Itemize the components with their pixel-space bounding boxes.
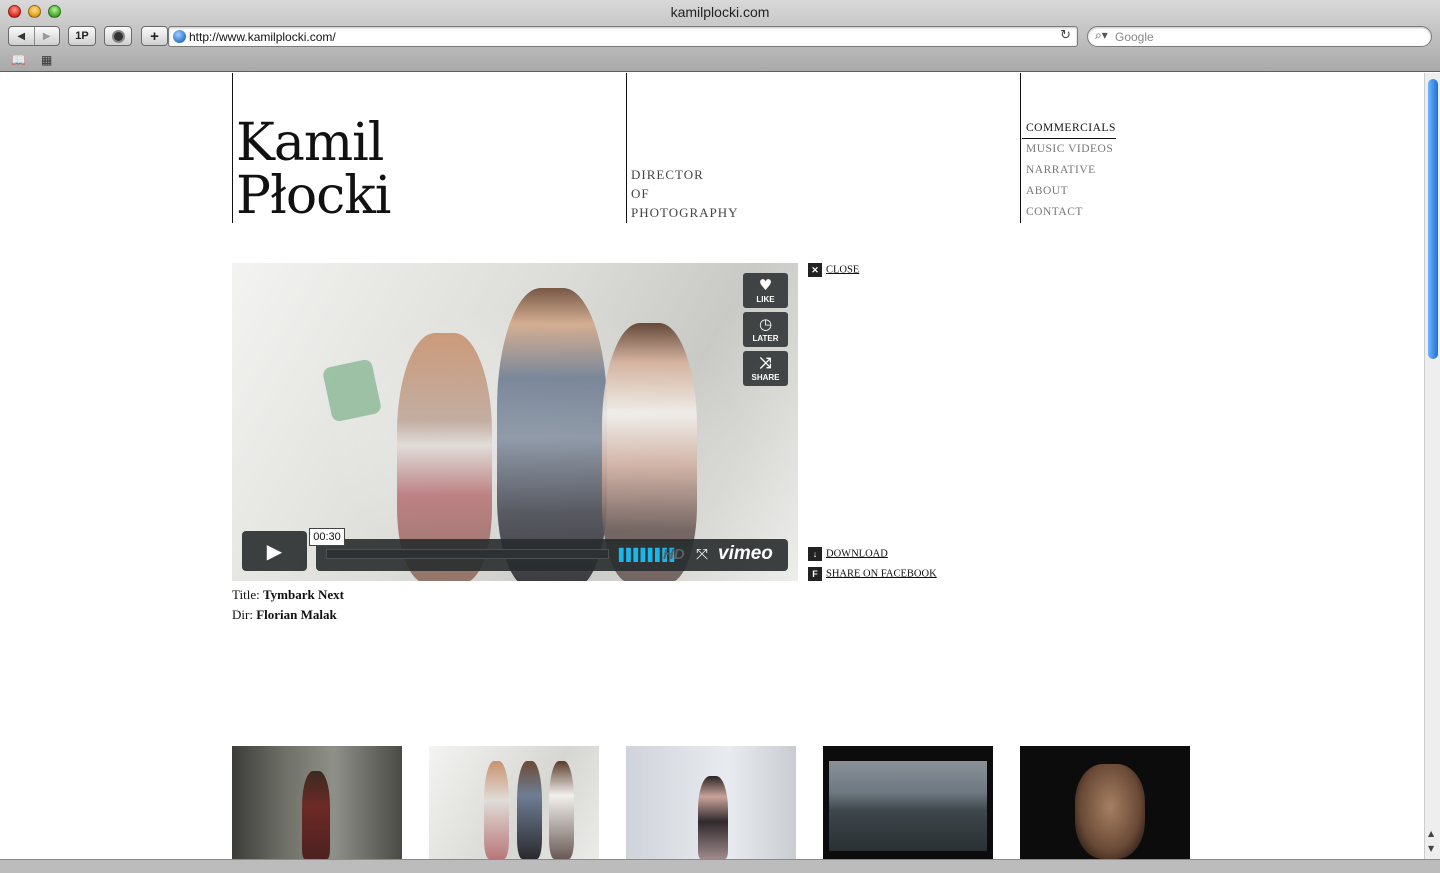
later-label: LATER bbox=[752, 334, 779, 343]
window-title: kamilplocki.com bbox=[670, 4, 770, 20]
header-divider bbox=[232, 73, 233, 223]
site-logo[interactable]: Kamil Płocki bbox=[236, 113, 391, 226]
forward-icon[interactable]: ▶ bbox=[33, 27, 60, 45]
browser-toolbar: kamilplocki.com ◀ ▶ 1P + http://www.kami… bbox=[0, 0, 1440, 72]
header-divider bbox=[1020, 73, 1021, 223]
thumbnail-figure bbox=[484, 761, 509, 859]
thumbnail-figure bbox=[302, 771, 330, 859]
vimeo-logo[interactable]: vimeo bbox=[718, 543, 773, 565]
address-bar[interactable]: http://www.kamilplocki.com/ ↻ bbox=[168, 26, 1078, 47]
thumbnail-figure bbox=[549, 761, 574, 859]
url-text[interactable]: http://www.kamilplocki.com/ bbox=[189, 30, 336, 44]
play-icon: ▶ bbox=[266, 539, 283, 563]
site-globe-icon bbox=[173, 30, 186, 43]
thumbnail-face bbox=[1075, 764, 1145, 859]
search-placeholder[interactable]: Google bbox=[1115, 30, 1154, 44]
download-link[interactable]: ↓ DOWNLOAD bbox=[808, 547, 888, 561]
video-thumbnail[interactable] bbox=[429, 746, 599, 859]
like-button[interactable]: ♥ LIKE bbox=[743, 273, 788, 308]
header-divider bbox=[626, 73, 627, 223]
thumbnail-landscape bbox=[829, 761, 987, 851]
main-nav: COMMERCIALS MUSIC VIDEOS NARRATIVE ABOUT… bbox=[1022, 118, 1117, 223]
nav-narrative[interactable]: NARRATIVE bbox=[1022, 160, 1117, 181]
scroll-down-icon[interactable]: ▼ bbox=[1428, 844, 1434, 853]
clock-icon: ◷ bbox=[758, 315, 773, 333]
share-button[interactable]: ⤨ SHARE bbox=[743, 351, 788, 386]
play-button[interactable]: ▶ bbox=[242, 531, 307, 571]
progress-bar[interactable] bbox=[326, 549, 609, 559]
add-bookmark-button[interactable]: + bbox=[141, 26, 168, 46]
nav-contact[interactable]: CONTACT bbox=[1022, 202, 1117, 223]
watch-later-button[interactable]: ◷ LATER bbox=[743, 312, 788, 347]
thumbnail-figure bbox=[698, 776, 728, 859]
share-facebook-label: SHARE ON FACEBOOK bbox=[826, 568, 937, 580]
onepassword-button[interactable]: 1P bbox=[68, 26, 96, 46]
top-sites-icon[interactable]: ▦ bbox=[41, 53, 52, 67]
fullscreen-icon[interactable]: ⤧ bbox=[696, 545, 708, 563]
vertical-scrollbar[interactable]: ▲ ▼ bbox=[1424, 73, 1440, 859]
like-label: LIKE bbox=[756, 295, 775, 304]
share-label: SHARE bbox=[751, 373, 780, 382]
logo-last-name: Płocki bbox=[236, 166, 391, 226]
history-nav: ◀ ▶ bbox=[8, 26, 60, 46]
share-icon: ⤨ bbox=[759, 354, 772, 372]
tagline-line: PHOTOGRAPHY bbox=[631, 205, 739, 220]
logo-first-name: Kamil bbox=[236, 113, 384, 173]
nav-commercials[interactable]: COMMERCIALS bbox=[1022, 118, 1116, 139]
download-label: DOWNLOAD bbox=[826, 548, 888, 560]
video-director: Dir: Florian Malak bbox=[232, 607, 337, 623]
hd-toggle[interactable]: HD bbox=[663, 546, 685, 563]
share-facebook-link[interactable]: F SHARE ON FACEBOOK bbox=[808, 567, 937, 581]
director-value: Florian Malak bbox=[256, 607, 337, 622]
page-content: Kamil Płocki DIRECTOR OF PHOTOGRAPHY COM… bbox=[0, 73, 1424, 859]
player-controls: ▌▌▌▌▌▌▌▌ HD ⤧ vimeo bbox=[316, 539, 788, 571]
video-frame-dancer bbox=[497, 288, 607, 581]
nav-about[interactable]: ABOUT bbox=[1022, 181, 1117, 202]
director-label: Dir: bbox=[232, 607, 253, 622]
stop-icon[interactable] bbox=[104, 26, 132, 46]
site-tagline: DIRECTOR OF PHOTOGRAPHY bbox=[631, 165, 739, 222]
status-bar bbox=[0, 859, 1440, 873]
scrollbar-thumb[interactable] bbox=[1428, 79, 1438, 359]
video-thumbnail[interactable] bbox=[1020, 746, 1190, 859]
tagline-line: OF bbox=[631, 186, 650, 201]
thumbnail-figure bbox=[517, 761, 542, 859]
heart-icon: ♥ bbox=[758, 276, 773, 294]
search-icon: ⌕▾ bbox=[1095, 28, 1108, 42]
tagline-line: DIRECTOR bbox=[631, 167, 704, 182]
video-thumbnail[interactable] bbox=[232, 746, 402, 859]
search-field[interactable]: ⌕▾ Google bbox=[1087, 26, 1432, 47]
close-video-link[interactable]: ✕ CLOSE bbox=[808, 263, 859, 277]
facebook-icon: F bbox=[808, 567, 822, 581]
video-thumbnail[interactable] bbox=[823, 746, 993, 859]
title-value: Tymbark Next bbox=[262, 587, 344, 602]
back-icon[interactable]: ◀ bbox=[9, 27, 34, 45]
scroll-up-icon[interactable]: ▲ bbox=[1428, 829, 1434, 838]
nav-music-videos[interactable]: MUSIC VIDEOS bbox=[1022, 139, 1117, 160]
bookmarks-icon[interactable]: 📖 bbox=[11, 53, 26, 67]
reload-icon[interactable]: ↻ bbox=[1060, 28, 1071, 43]
close-label: CLOSE bbox=[826, 264, 860, 276]
video-title: Title: Tymbark Next bbox=[232, 587, 344, 603]
video-player[interactable]: ♥ LIKE ◷ LATER ⤨ SHARE ▶ ▌▌▌▌▌▌▌▌ HD ⤧ v… bbox=[232, 263, 798, 581]
close-icon: ✕ bbox=[808, 263, 822, 277]
title-label: Title: bbox=[232, 587, 260, 602]
download-icon: ↓ bbox=[808, 547, 822, 561]
timecode-tooltip: 00:30 bbox=[309, 528, 345, 546]
video-thumbnail[interactable] bbox=[626, 746, 796, 859]
